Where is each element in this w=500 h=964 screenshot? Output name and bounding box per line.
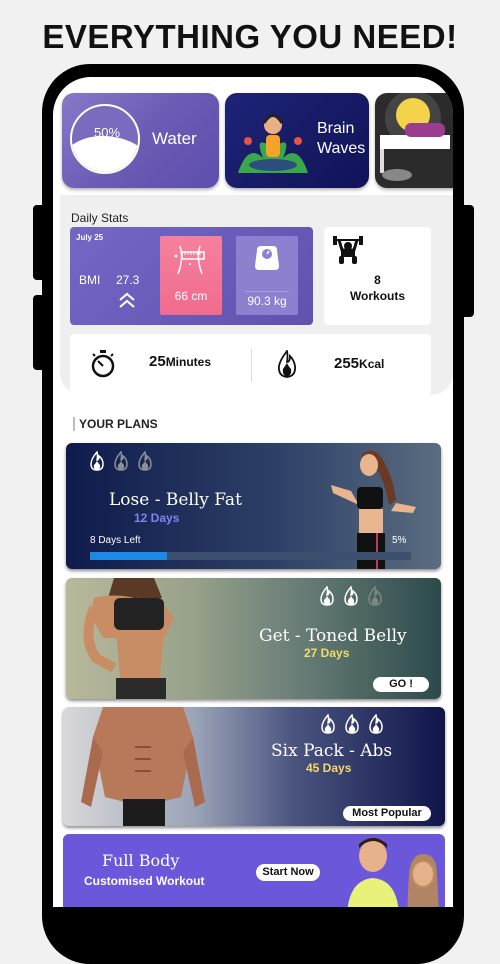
- stat-divider: [251, 349, 252, 382]
- weight-box[interactable]: 90.3 kg: [236, 236, 298, 315]
- brain-waves-card[interactable]: Brain Waves: [225, 93, 369, 188]
- man-six-pack-image: [81, 707, 205, 826]
- waist-measure-icon: [174, 245, 205, 275]
- full-body-title: Full Body: [102, 851, 180, 870]
- water-gauge: 50%: [70, 104, 140, 174]
- plan-card-toned-belly[interactable]: Get - Toned Belly 27 Days GO !: [66, 578, 441, 699]
- meditation-icon: [238, 114, 308, 173]
- weight-value: 90.3 kg: [247, 294, 287, 308]
- double-chevron-up-icon: [119, 292, 135, 308]
- top-cards-row: 50% Water Brain Waves: [62, 93, 453, 188]
- plan-progress-fill: [90, 552, 168, 560]
- water-label: Water: [152, 129, 197, 148]
- minutes-value: 25: [149, 353, 166, 370]
- minutes-unit: Minutes: [165, 355, 212, 369]
- headline: EVERYTHING YOU NEED!: [42, 18, 458, 55]
- minutes-stat: 25Minutes: [149, 353, 211, 371]
- flame-icon: [368, 586, 382, 606]
- plans-title: YOUR PLANS: [73, 417, 158, 431]
- brain-label-line1: Brain: [317, 120, 355, 137]
- plan-progress-bar: [90, 552, 411, 560]
- days-left: 8 Days Left: [90, 535, 141, 546]
- daily-stats-title: Daily Stats: [71, 211, 129, 225]
- flame-icon: [114, 451, 128, 471]
- plan-title: Six Pack - Abs: [271, 741, 393, 761]
- couple-image: [347, 838, 439, 907]
- flame-icon: [320, 586, 334, 606]
- flame-icon: [369, 714, 383, 734]
- waist-box[interactable]: 66 cm: [160, 236, 222, 315]
- full-body-subtitle: Customised Workout: [84, 874, 205, 888]
- kcal-stat: 255Kcal: [334, 355, 384, 373]
- flame-icon: [344, 586, 358, 606]
- plan-title: Get - Toned Belly: [259, 626, 407, 646]
- brain-waves-label: Brain Waves: [317, 119, 365, 159]
- go-button[interactable]: GO !: [373, 677, 429, 692]
- plan-days: 12 Days: [134, 511, 180, 525]
- calories-flame-icon: [278, 350, 296, 378]
- bmi-value: 27.3: [116, 273, 140, 287]
- plan-days: 27 Days: [304, 646, 350, 660]
- plan-days: 45 Days: [306, 761, 352, 775]
- intensity-flames: [320, 714, 384, 734]
- progress-percent: 5%: [392, 535, 407, 546]
- start-now-button[interactable]: Start Now: [256, 864, 320, 881]
- woman-toned-belly-image: [83, 578, 174, 699]
- flame-icon: [345, 714, 359, 734]
- bmi-card[interactable]: July 25 BMI 27.3 66 cm 90.3 kg: [70, 227, 313, 325]
- plan-card-lose-belly-fat[interactable]: Lose - Belly Fat 12 Days 8 Days Left 5%: [66, 443, 441, 569]
- workouts-label: Workouts: [349, 289, 406, 303]
- workouts-card[interactable]: 8 Workouts: [324, 227, 431, 325]
- weight-divider: [245, 291, 289, 292]
- app-screen: 50% Water Brain Waves Daily Stats July 2…: [53, 77, 453, 907]
- kcal-unit: Kcal: [359, 357, 385, 371]
- water-card[interactable]: 50% Water: [62, 93, 219, 188]
- kcal-value: 255: [334, 355, 360, 372]
- water-percent: 50%: [93, 125, 121, 140]
- intensity-flames: [319, 586, 383, 606]
- bmi-label: BMI: [79, 273, 101, 287]
- stats-date: July 25: [76, 233, 104, 242]
- water-fill: [72, 136, 138, 172]
- flame-icon: [321, 714, 335, 734]
- activity-summary-card: 25Minutes 255Kcal: [70, 334, 431, 395]
- flame-icon: [90, 451, 104, 471]
- brain-label-line2: Waves: [317, 140, 366, 157]
- woman-pointing-belly-image: [331, 450, 416, 569]
- stopwatch-icon: [91, 350, 115, 378]
- sleeping-moon-icon: [380, 93, 450, 181]
- sleep-card[interactable]: [375, 93, 453, 188]
- flame-icon: [138, 451, 152, 471]
- weightlifting-icon: [333, 236, 363, 264]
- workouts-count: 8: [374, 273, 381, 287]
- full-body-banner[interactable]: Full Body Customised Workout Start Now: [63, 834, 445, 907]
- waist-value: 66 cm: [174, 289, 208, 303]
- scale-icon: [255, 246, 279, 270]
- plan-title: Lose - Belly Fat: [109, 490, 242, 510]
- most-popular-badge: Most Popular: [343, 806, 431, 821]
- plan-card-six-pack-abs[interactable]: Six Pack - Abs 45 Days Most Popular: [63, 707, 445, 826]
- intensity-flames: [89, 451, 153, 471]
